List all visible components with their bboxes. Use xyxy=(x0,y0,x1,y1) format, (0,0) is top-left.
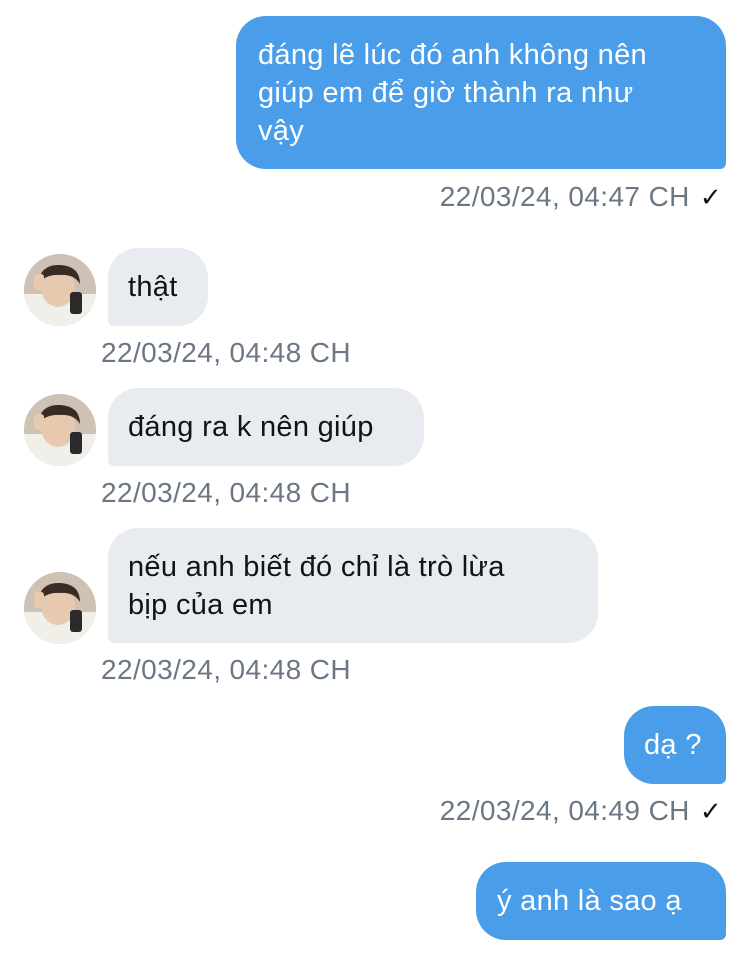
message-timestamp: 22/03/24, 04:48 CH xyxy=(101,654,352,685)
check-icon: ✓ xyxy=(699,796,722,826)
message-timestamp: 22/03/24, 04:49 CH ✓ xyxy=(440,794,722,828)
user-avatar[interactable] xyxy=(24,394,96,466)
user-avatar[interactable] xyxy=(24,572,96,644)
outgoing-message[interactable]: đáng lẽ lúc đó anh không nên giúp em để … xyxy=(236,16,726,169)
incoming-message[interactable]: đáng ra k nên giúp xyxy=(108,388,424,466)
message-timestamp: 22/03/24, 04:48 CH xyxy=(101,337,352,368)
outgoing-message[interactable]: dạ ? xyxy=(624,706,726,784)
check-icon: ✓ xyxy=(699,182,722,212)
incoming-message[interactable]: nếu anh biết đó chỉ là trò lừa bịp của e… xyxy=(108,528,598,643)
message-timestamp: 22/03/24, 04:48 CH xyxy=(101,477,352,508)
timestamp-text: 22/03/24, 04:47 CH xyxy=(439,181,690,212)
timestamp-text: 22/03/24, 04:49 CH xyxy=(439,795,690,826)
outgoing-message[interactable]: ý anh là sao ạ xyxy=(476,862,726,940)
dm-conversation: đáng lẽ lúc đó anh không nên giúp em để … xyxy=(0,0,750,953)
incoming-message[interactable]: thật xyxy=(108,248,208,326)
user-avatar[interactable] xyxy=(24,254,96,326)
message-timestamp: 22/03/24, 04:47 CH ✓ xyxy=(440,180,722,214)
